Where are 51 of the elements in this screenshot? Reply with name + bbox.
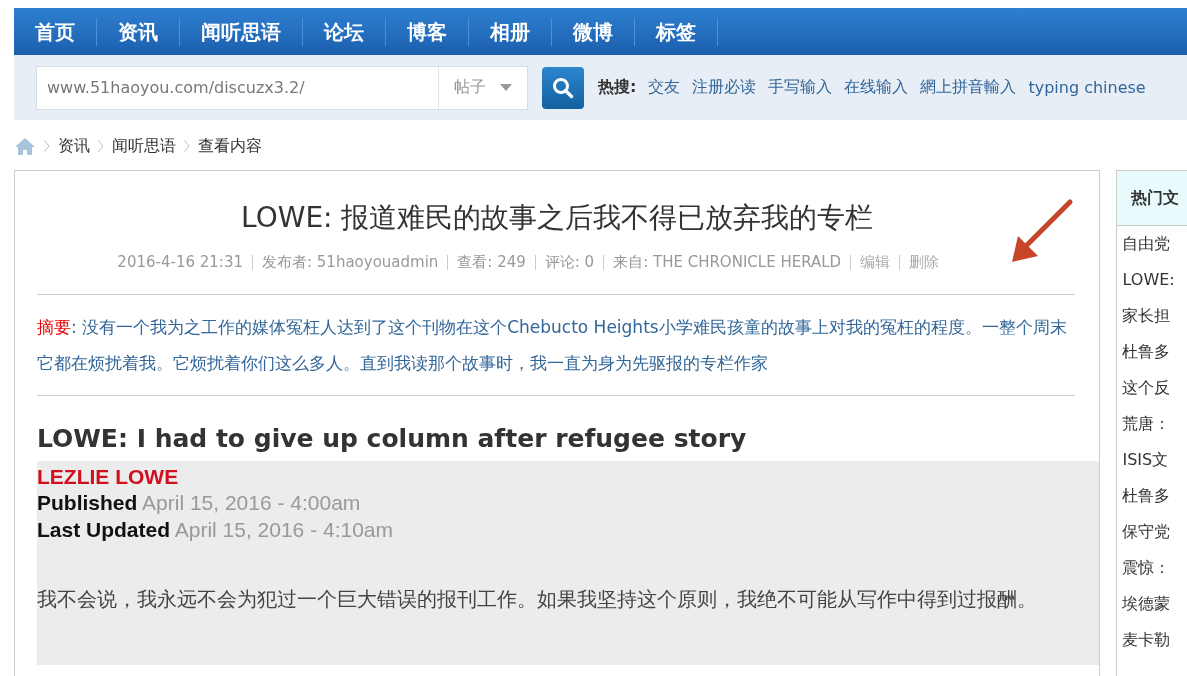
hot-search-link[interactable]: typing chinese (1028, 78, 1146, 97)
hot-search-link[interactable]: 網上拼音輸入 (920, 77, 1017, 98)
article-heading: LOWE: I had to give up column after refugee story (37, 424, 748, 453)
breadcrumb-link[interactable]: 闻听思语 (112, 135, 176, 157)
article-title: LOWE: 报道难民的故事之后我不得已放弃我的专栏 (241, 200, 874, 236)
caret-icon (500, 83, 512, 92)
sidebar-item[interactable]: 埃德蒙 (1117, 586, 1187, 622)
sidebar-item[interactable]: 自由党 (1117, 226, 1187, 262)
sidebar-item[interactable]: 震惊： (1117, 550, 1187, 586)
summary-text: 摘要: 没有一个我为之工作的媒体冤枉人达到了这个刊物在这个Chebucto Heights小学难民孩童的故事上对我的冤枉的程度。一整个周末它都在烦扰着我。它烦扰着你们这么多人。直到我读那个故事时，我一直为身为先驱报的专栏作家 (37, 316, 1068, 375)
breadcrumb-link[interactable]: 资讯 (58, 135, 90, 157)
body-text: 我不会说，我永远不会为犯过一个巨大错误的报刊工作。如果我坚持这个原则，我绝不可能从写作中得到过报酬。 (37, 586, 1038, 613)
hot-search-link[interactable]: 注册必读 (692, 77, 757, 98)
breadcrumb-link[interactable]: 查看内容 (198, 135, 262, 157)
sidebar-item[interactable]: 保守党 (1117, 514, 1187, 550)
author-name: LEZLIE LOWE (37, 465, 180, 489)
nav-item[interactable]: 标签 (635, 17, 718, 46)
hot-search-label: 热搜: (598, 77, 637, 98)
meta-text: 2016-4-16 21:31 (116, 255, 244, 270)
scope-dropdown[interactable]: 帖子 (438, 66, 527, 109)
nav-item[interactable]: 论坛 (303, 17, 386, 46)
sidebar-item[interactable]: 杜鲁多 (1117, 478, 1187, 514)
meta-text: 评论: 0 (534, 255, 604, 270)
sidebar-item[interactable]: ISIS文 (1117, 442, 1187, 478)
nav-item[interactable]: 相册 (469, 17, 552, 46)
sidebar-item[interactable]: 杜鲁多 (1117, 334, 1187, 370)
nav-item[interactable]: 首页 (14, 17, 97, 46)
search-button[interactable] (542, 66, 584, 109)
nav-item[interactable]: 资讯 (97, 17, 180, 46)
date-line: Published April 15, 2016 - 4:00am (37, 490, 362, 516)
meta-text: 发布者: 51haoyouadmin (252, 255, 448, 270)
sidebar-item[interactable]: 荒唐： (1117, 406, 1187, 442)
chevron-icon (184, 140, 190, 152)
hot-search-link[interactable]: 手写输入 (768, 77, 833, 98)
meta-text: 来自: THE CHRONICLE HERALD (603, 255, 851, 270)
sidebar-title: 热门文 (1117, 171, 1187, 226)
sidebar-item[interactable]: 这个反 (1117, 370, 1187, 406)
search-field[interactable]: www.51haoyou.com/discuzx3.2/ 帖子 (36, 65, 528, 110)
nav-item[interactable]: 闻听思语 (180, 17, 303, 46)
nav-item[interactable]: 博客 (386, 17, 469, 46)
meta-text: 查看: 249 (447, 255, 535, 270)
sidebar-item[interactable]: 家长担 (1117, 298, 1187, 334)
nav-item[interactable]: 微博 (552, 17, 635, 46)
hot-search-link[interactable]: 在线输入 (844, 77, 909, 98)
sidebar-item[interactable]: 麦卡勒 (1117, 622, 1187, 658)
search-icon (552, 76, 574, 99)
chevron-icon (98, 140, 104, 152)
chevron-icon (44, 140, 50, 152)
sidebar-item[interactable]: LOWE: (1117, 262, 1187, 298)
hot-search-link[interactable]: 交友 (648, 77, 681, 98)
date-line: Last Updated April 15, 2016 - 4:10am (37, 517, 394, 543)
